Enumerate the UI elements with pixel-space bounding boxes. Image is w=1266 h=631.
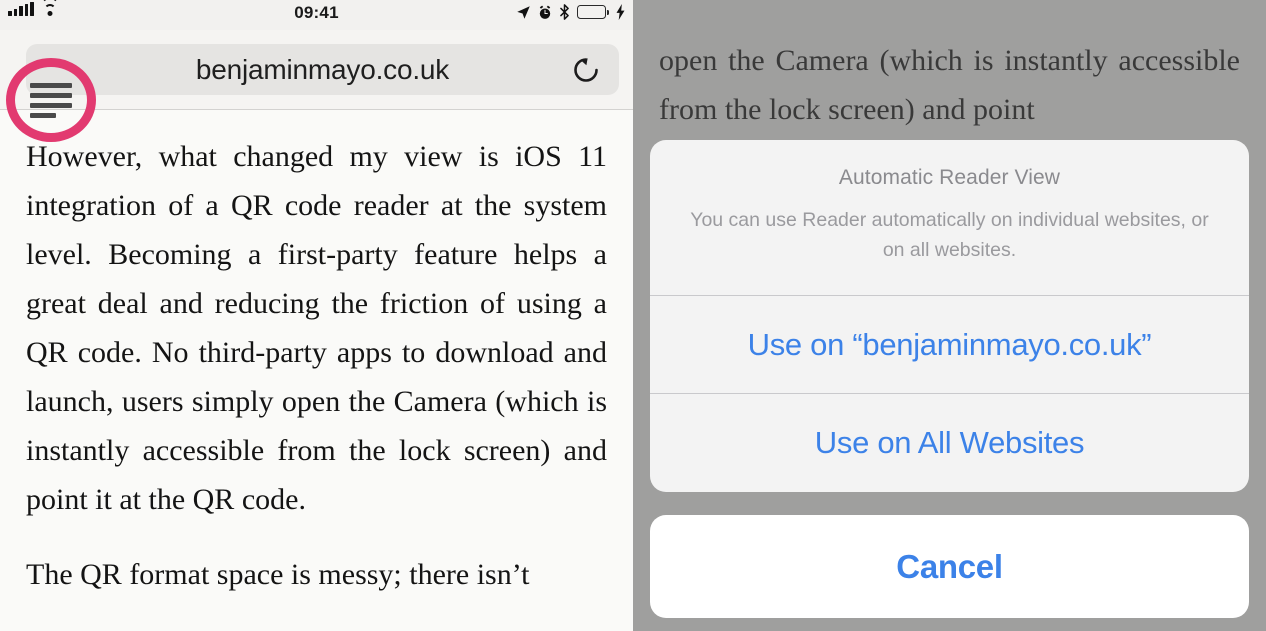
left-panel-safari-before: 09:41 benjaminmayo.co.uk However, what c… <box>0 0 633 631</box>
cancel-button[interactable]: Cancel <box>650 515 1249 618</box>
reload-button[interactable] <box>569 53 603 87</box>
action-sheet: Automatic Reader View You can use Reader… <box>650 140 1249 492</box>
use-on-all-websites-button[interactable]: Use on All Websites <box>650 394 1249 492</box>
use-on-this-site-button[interactable]: Use on “benjaminmayo.co.uk” <box>650 296 1249 393</box>
bluetooth-icon <box>560 4 569 20</box>
screenshot-root: 09:41 benjaminmayo.co.uk However, what c… <box>0 0 1266 631</box>
action-sheet-header: Automatic Reader View You can use Reader… <box>650 140 1249 295</box>
reader-view-icon <box>30 82 72 118</box>
location-arrow-icon <box>517 5 530 19</box>
right-panel-safari-action-sheet: open the Camera (which is instantly acce… <box>633 0 1266 631</box>
reader-view-button[interactable] <box>6 58 96 142</box>
article-body: However, what changed my view is iOS 11 … <box>0 110 633 599</box>
action-sheet-message: You can use Reader automatically on indi… <box>690 209 1209 261</box>
reload-icon <box>574 57 598 82</box>
url-bar[interactable]: benjaminmayo.co.uk <box>26 44 619 95</box>
battery-icon <box>577 5 610 19</box>
article-paragraph: However, what changed my view is iOS 11 … <box>26 140 607 516</box>
safari-toolbar: benjaminmayo.co.uk <box>0 30 633 142</box>
cancel-button-label: Cancel <box>896 547 1003 585</box>
status-bar-right-group <box>516 4 625 20</box>
ios-status-bar: 09:41 <box>0 0 633 30</box>
url-text: benjaminmayo.co.uk <box>195 53 450 85</box>
alarm-clock-icon <box>539 5 551 19</box>
lightning-bolt-icon <box>616 4 625 20</box>
article-paragraph-truncated: The QR format space is messy; there isn’… <box>26 558 530 591</box>
action-sheet-title: Automatic Reader View <box>838 166 1061 189</box>
